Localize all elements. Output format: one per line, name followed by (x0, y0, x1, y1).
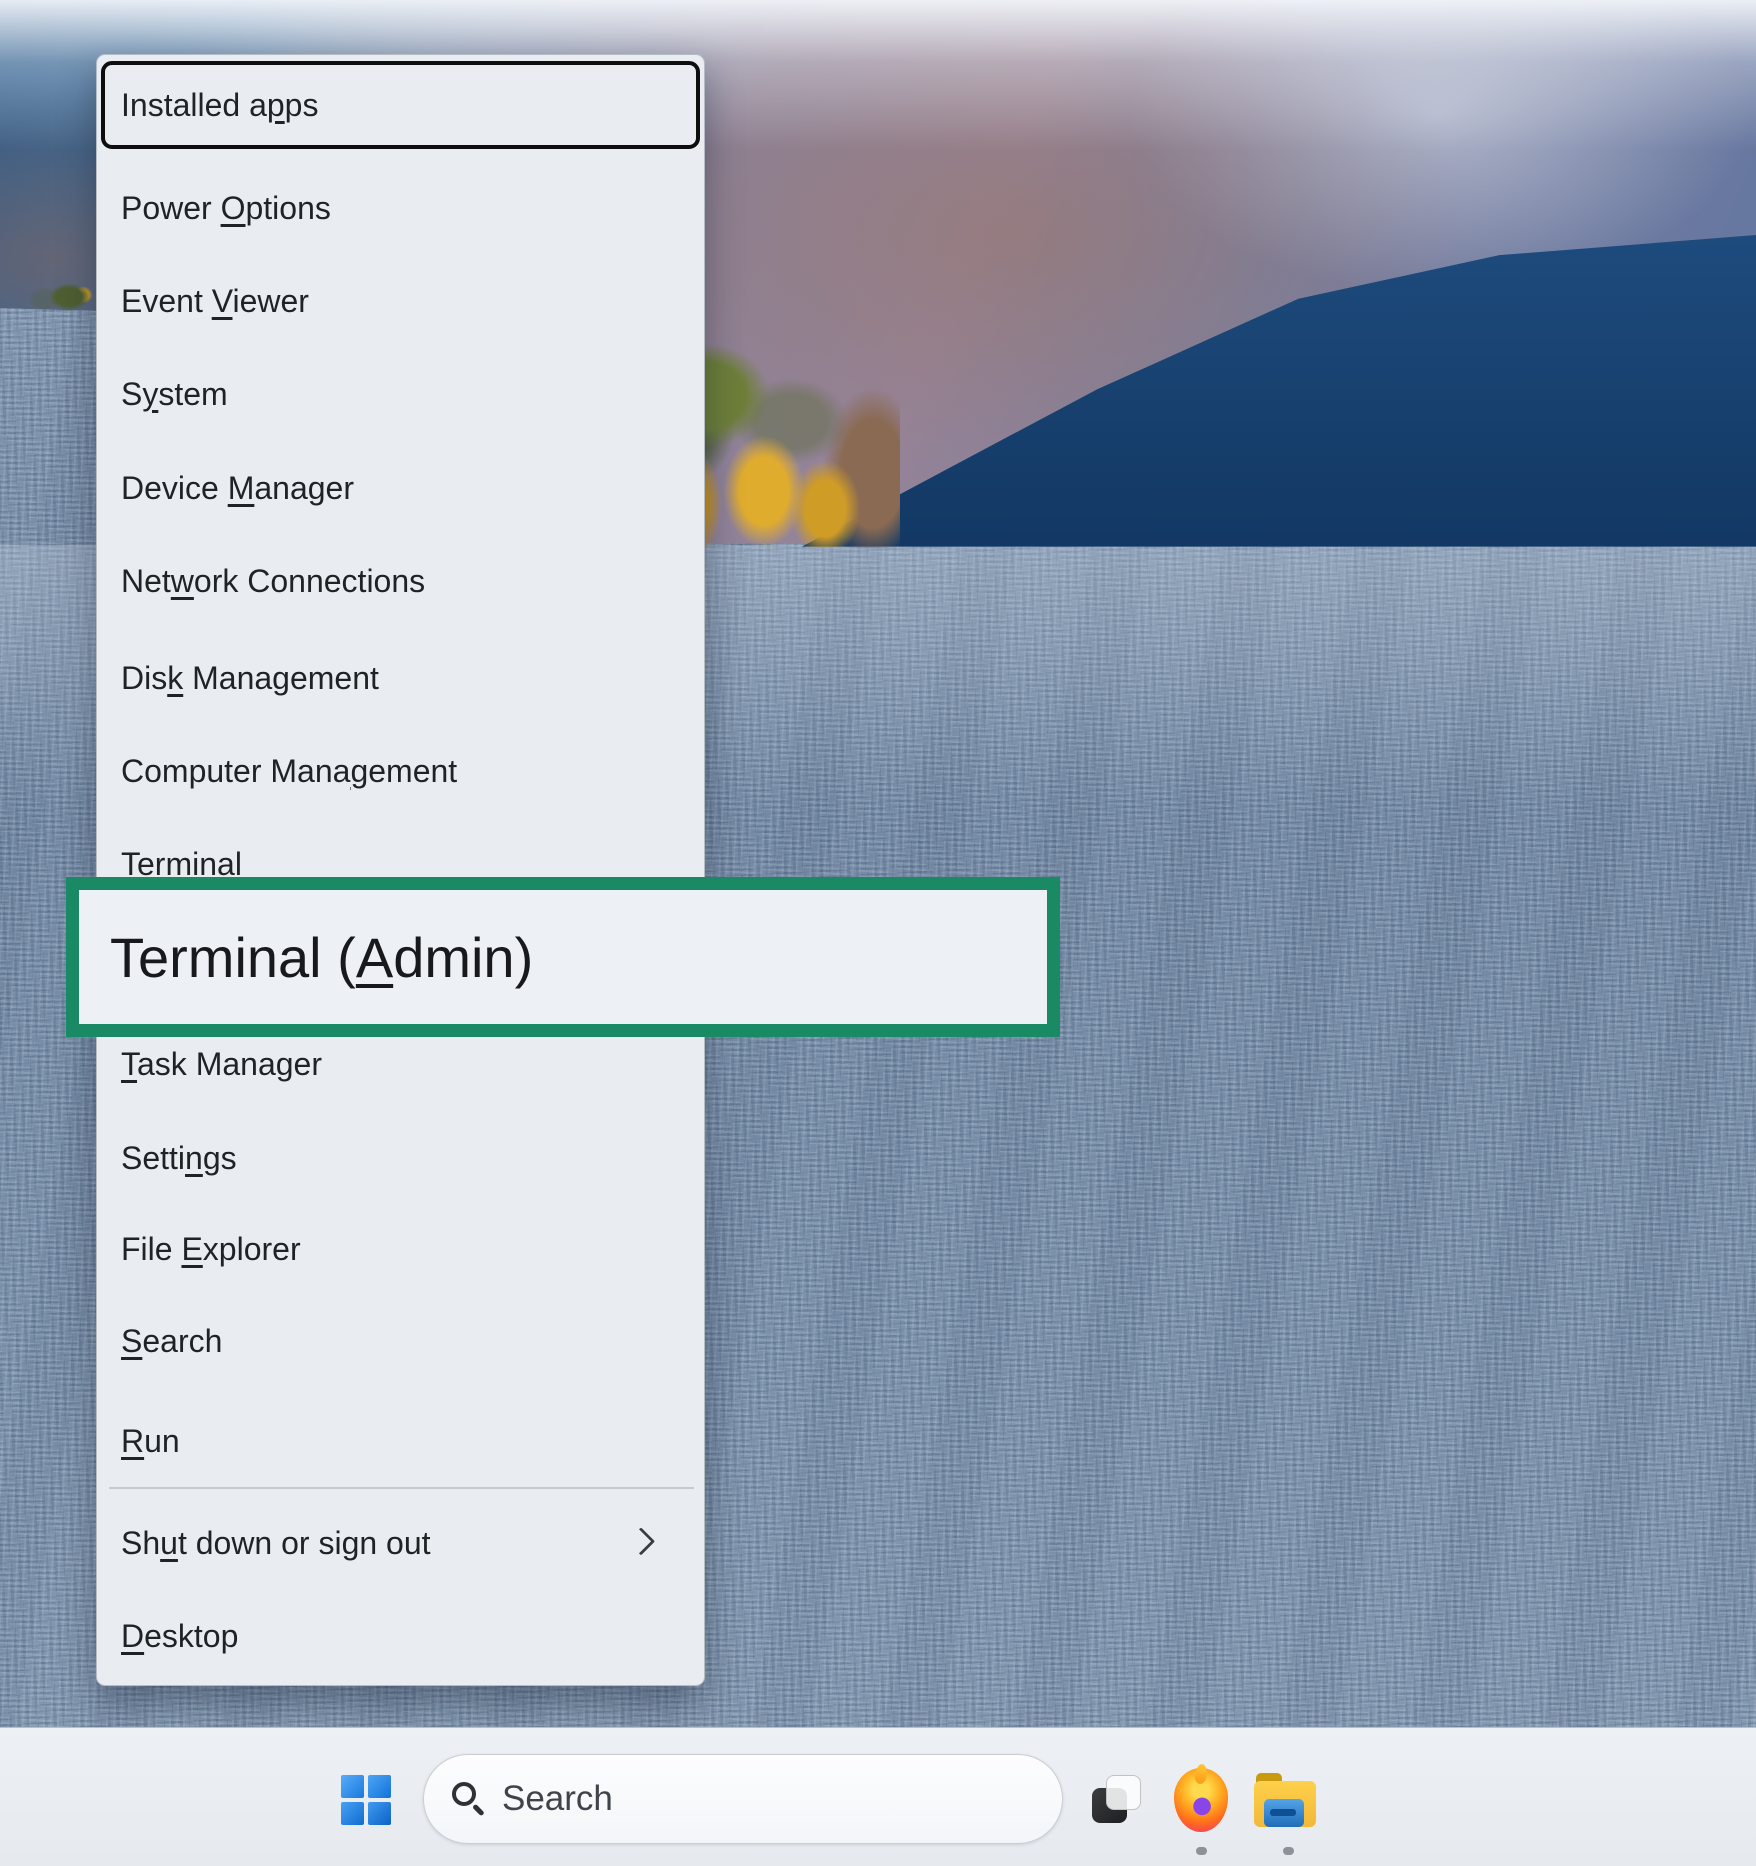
taskbar-search-box[interactable]: Search (423, 1754, 1063, 1844)
windows-logo-pane (341, 1802, 364, 1825)
submenu-chevron-icon (627, 1527, 655, 1555)
menu-item-disk-management[interactable]: Disk Management (97, 631, 704, 725)
menu-item-power-options[interactable]: Power Options (97, 161, 704, 255)
menu-item-desktop[interactable]: Desktop (97, 1589, 704, 1683)
menu-item-file-explorer[interactable]: File Explorer (97, 1202, 704, 1296)
menu-item-label: Desktop (121, 1618, 238, 1655)
windows-logo-pane (341, 1775, 364, 1798)
menu-item-label: Device Manager (121, 470, 354, 507)
winx-context-menu: Installed apps Power Options Event Viewe… (96, 54, 705, 1686)
menu-item-label: Computer Management (121, 753, 457, 790)
wallpaper-autumn-trees-left (22, 276, 98, 318)
search-placeholder-text: Search (502, 1779, 613, 1819)
menu-item-label: Run (121, 1423, 180, 1460)
menu-item-installed-apps[interactable]: Installed apps (101, 61, 700, 149)
windows-logo-pane (368, 1775, 391, 1798)
menu-item-terminal-admin[interactable]: Terminal (Admin) (110, 925, 533, 990)
start-button[interactable] (341, 1775, 391, 1825)
menu-item-shut-down-or-sign-out[interactable]: Shut down or sign out (97, 1496, 704, 1590)
menu-item-label: System (121, 376, 228, 413)
menu-item-event-viewer[interactable]: Event Viewer (97, 254, 704, 348)
search-icon (450, 1780, 488, 1818)
menu-item-label: Search (121, 1323, 222, 1360)
menu-item-label: Network Connections (121, 563, 425, 600)
firefox-icon[interactable] (1174, 1768, 1228, 1832)
menu-item-computer-management[interactable]: Computer Management (97, 724, 704, 818)
menu-item-label: Power Options (121, 190, 331, 227)
menu-item-label: Task Manager (121, 1046, 322, 1083)
menu-item-label: Installed apps (121, 87, 318, 124)
task-view-button[interactable] (1092, 1775, 1142, 1825)
menu-item-run[interactable]: Run (97, 1394, 704, 1488)
menu-item-label: Shut down or sign out (121, 1525, 431, 1562)
firefox-running-indicator (1196, 1847, 1207, 1855)
menu-item-network-connections[interactable]: Network Connections (97, 534, 704, 628)
menu-item-label: Event Viewer (121, 283, 309, 320)
menu-separator (109, 1487, 694, 1489)
menu-item-settings[interactable]: Settings (97, 1111, 704, 1205)
menu-item-system[interactable]: System (97, 347, 704, 441)
annotation-highlight-box: Terminal (Admin) (66, 877, 1060, 1037)
menu-item-label: Settings (121, 1140, 237, 1177)
taskbar: Search (0, 1727, 1756, 1866)
file-explorer-icon[interactable] (1254, 1773, 1318, 1829)
windows-logo-pane (368, 1802, 391, 1825)
menu-item-label: Disk Management (121, 660, 379, 697)
file-explorer-running-indicator (1283, 1847, 1294, 1855)
menu-item-label: File Explorer (121, 1231, 301, 1268)
menu-item-device-manager[interactable]: Device Manager (97, 441, 704, 535)
menu-item-search[interactable]: Search (97, 1294, 704, 1388)
